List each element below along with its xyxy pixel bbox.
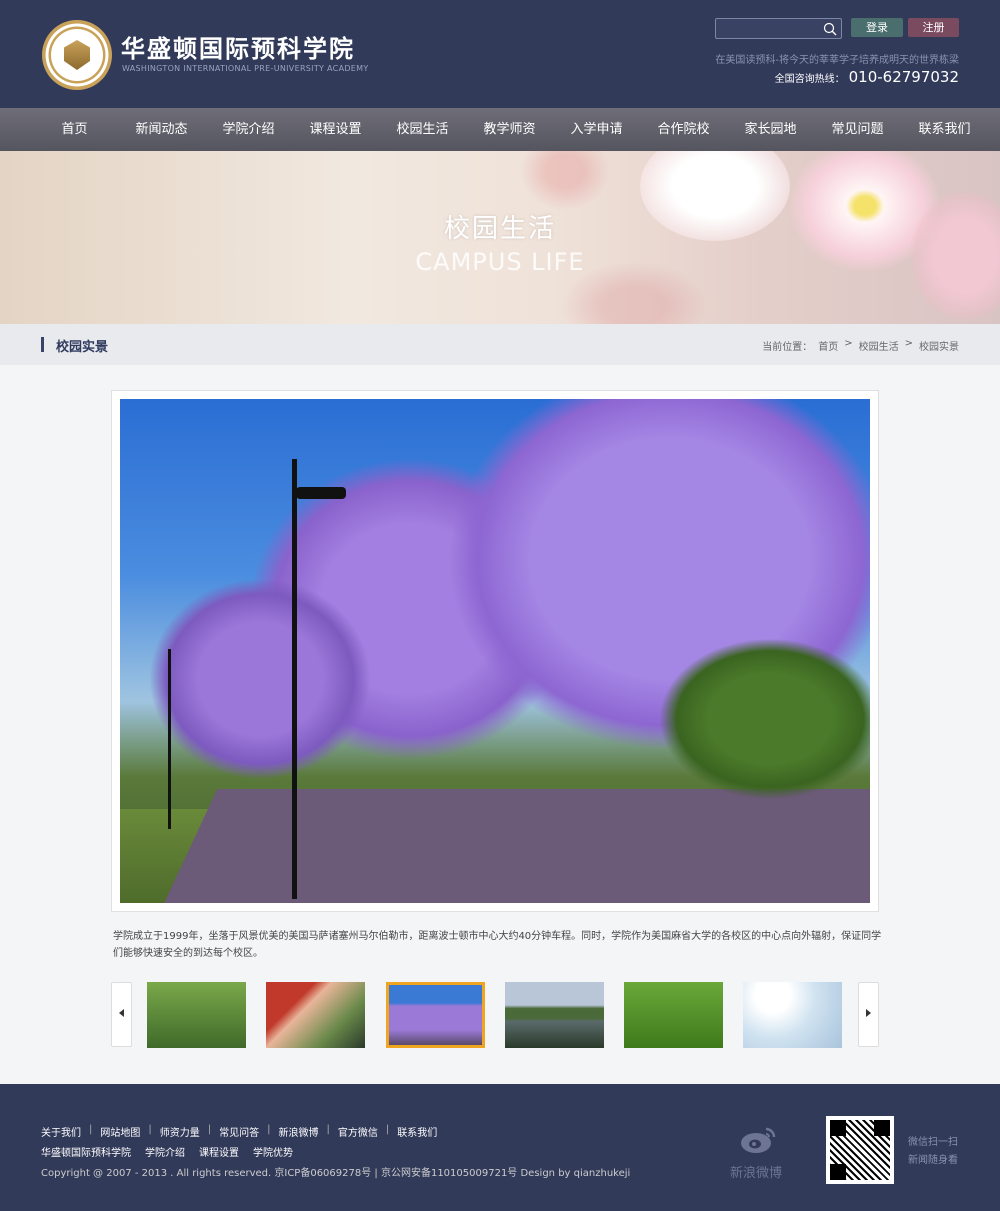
footer-link-weibo[interactable]: 新浪微博 xyxy=(279,1124,319,1139)
breadcrumb-campus-life[interactable]: 校园生活 xyxy=(859,338,899,353)
photo-tree xyxy=(660,639,870,799)
search-icon[interactable] xyxy=(823,22,837,36)
footer-links-secondary: 华盛顿国际预科学院 学院介绍 课程设置 学院优势 xyxy=(41,1144,293,1159)
blossom-decoration xyxy=(520,151,610,211)
photo-road xyxy=(142,789,870,903)
copyright: Copyright @ 2007 - 2013 . All rights res… xyxy=(41,1168,631,1179)
nav-item-parents[interactable]: 家长园地 xyxy=(727,108,814,151)
thumbnail-trees[interactable] xyxy=(147,982,246,1048)
banner-title: 校园生活 xyxy=(443,214,556,244)
footer-link-wechat[interactable]: 官方微信 xyxy=(338,1124,378,1139)
nav-item-admission[interactable]: 入学申请 xyxy=(553,108,640,151)
academy-seal-logo[interactable] xyxy=(42,20,112,90)
footer-links: 关于我们 | 网站地图 | 师资力量 | 常见问答 | 新浪微博 | 官方微信 | 联系我们 xyxy=(41,1124,437,1139)
separator: | xyxy=(326,1124,330,1135)
hotline: 全国咨询热线： 010-62797032 xyxy=(775,68,959,86)
register-button[interactable]: 注册 xyxy=(908,18,959,37)
footer-link-sitemap[interactable]: 网站地图 xyxy=(100,1124,140,1139)
thumbnail-jacaranda[interactable] xyxy=(386,982,485,1048)
separator: | xyxy=(385,1124,390,1135)
main-photo xyxy=(120,399,870,903)
login-button[interactable]: 登录 xyxy=(851,18,903,37)
chevron-left-icon xyxy=(119,1009,124,1017)
photo-tree xyxy=(150,579,370,779)
footer-link-courses[interactable]: 课程设置 xyxy=(199,1144,239,1159)
separator: | xyxy=(148,1124,152,1135)
search-input[interactable] xyxy=(715,18,842,39)
qr-caption-line1: 微信扫一扫 xyxy=(908,1137,958,1148)
site-subtitle: WASHINGTON INTERNATIONAL PRE-UNIVERSITY … xyxy=(122,64,369,73)
main-nav: 首页 新闻动态 学院介绍 课程设置 校园生活 教学师资 入学申请 合作院校 家长… xyxy=(0,108,1000,151)
lamp-post xyxy=(292,459,297,899)
separator: | xyxy=(267,1124,271,1135)
thumbnail-students[interactable] xyxy=(266,982,365,1048)
breadcrumb-separator: > xyxy=(844,338,853,349)
lamp-head xyxy=(296,487,346,499)
hotline-label: 全国咨询热线： xyxy=(774,74,845,85)
prev-arrow-button[interactable] xyxy=(111,982,132,1047)
footer-link-contact[interactable]: 联系我们 xyxy=(397,1124,437,1139)
separator: | xyxy=(207,1124,212,1135)
qr-caption: 微信扫一扫 新闻随身看 xyxy=(908,1134,958,1170)
banner-subtitle: CAMPUS LIFE xyxy=(415,248,585,276)
nav-item-campus-life[interactable]: 校园生活 xyxy=(379,108,466,151)
section-title: 校园实景 xyxy=(56,340,109,355)
nav-item-courses[interactable]: 课程设置 xyxy=(292,108,379,151)
breadcrumb-label: 当前位置： xyxy=(762,342,813,353)
nav-item-about[interactable]: 学院介绍 xyxy=(205,108,292,151)
photo-description: 学院成立于1999年，坐落于风景优美的美国马萨诸塞州马尔伯勒市，距离波士顿市中心… xyxy=(113,931,882,959)
nav-item-partners[interactable]: 合作院校 xyxy=(640,108,727,151)
crest-icon xyxy=(64,40,90,70)
breadcrumb-home[interactable]: 首页 xyxy=(818,338,838,353)
nav-item-home[interactable]: 首页 xyxy=(31,108,118,151)
lamp-post xyxy=(168,649,171,829)
thumbnail-flowers[interactable] xyxy=(743,982,842,1048)
thumbnail-girl-globe[interactable] xyxy=(624,982,723,1048)
nav-item-faq[interactable]: 常见问题 xyxy=(814,108,901,151)
footer-link-academy[interactable]: 华盛顿国际预科学院 xyxy=(41,1144,131,1159)
footer-link-faculty[interactable]: 师资力量 xyxy=(160,1124,200,1139)
nav-item-contact[interactable]: 联系我们 xyxy=(901,108,988,151)
chevron-right-icon xyxy=(866,1009,871,1017)
footer-link-faq[interactable]: 常见问答 xyxy=(219,1124,259,1139)
breadcrumb-current: 校园实景 xyxy=(919,342,959,353)
page-banner: 校园生活 CAMPUS LIFE xyxy=(0,151,1000,324)
qr-code-icon xyxy=(830,1120,890,1180)
separator: | xyxy=(89,1124,93,1135)
site-header: 华盛顿国际预科学院 WASHINGTON INTERNATIONAL PRE-U… xyxy=(0,0,1000,108)
site-title[interactable]: 华盛顿国际预科学院 xyxy=(121,29,355,64)
section-header: 校园实景 当前位置： 首页 > 校园生活 > 校园实景 xyxy=(0,324,1000,365)
weibo-label[interactable]: 新浪微博 xyxy=(730,1162,782,1181)
nav-item-faculty[interactable]: 教学师资 xyxy=(466,108,553,151)
nav-item-news[interactable]: 新闻动态 xyxy=(118,108,205,151)
next-arrow-button[interactable] xyxy=(858,982,879,1047)
qr-caption-line2: 新闻随身看 xyxy=(908,1155,958,1166)
breadcrumb: 当前位置： 首页 > 校园生活 > 校园实景 xyxy=(762,338,959,353)
weibo-icon[interactable] xyxy=(738,1124,778,1154)
wechat-qr-code xyxy=(826,1116,894,1184)
hotline-number: 010-62797032 xyxy=(848,68,959,86)
site-footer: 关于我们 | 网站地图 | 师资力量 | 常见问答 | 新浪微博 | 官方微信 | 联系我们… xyxy=(0,1084,1000,1211)
main-photo-frame xyxy=(111,390,879,912)
footer-link-intro[interactable]: 学院介绍 xyxy=(145,1144,185,1159)
footer-link-advantages[interactable]: 学院优势 xyxy=(253,1144,293,1159)
breadcrumb-separator: > xyxy=(904,338,913,349)
title-accent-bar xyxy=(41,337,44,352)
slogan: 在美国读预科-将今天的莘莘学子培养成明天的世界栋梁 xyxy=(715,55,959,66)
thumbnail-lake[interactable] xyxy=(505,982,604,1048)
footer-link-about[interactable]: 关于我们 xyxy=(41,1124,81,1139)
